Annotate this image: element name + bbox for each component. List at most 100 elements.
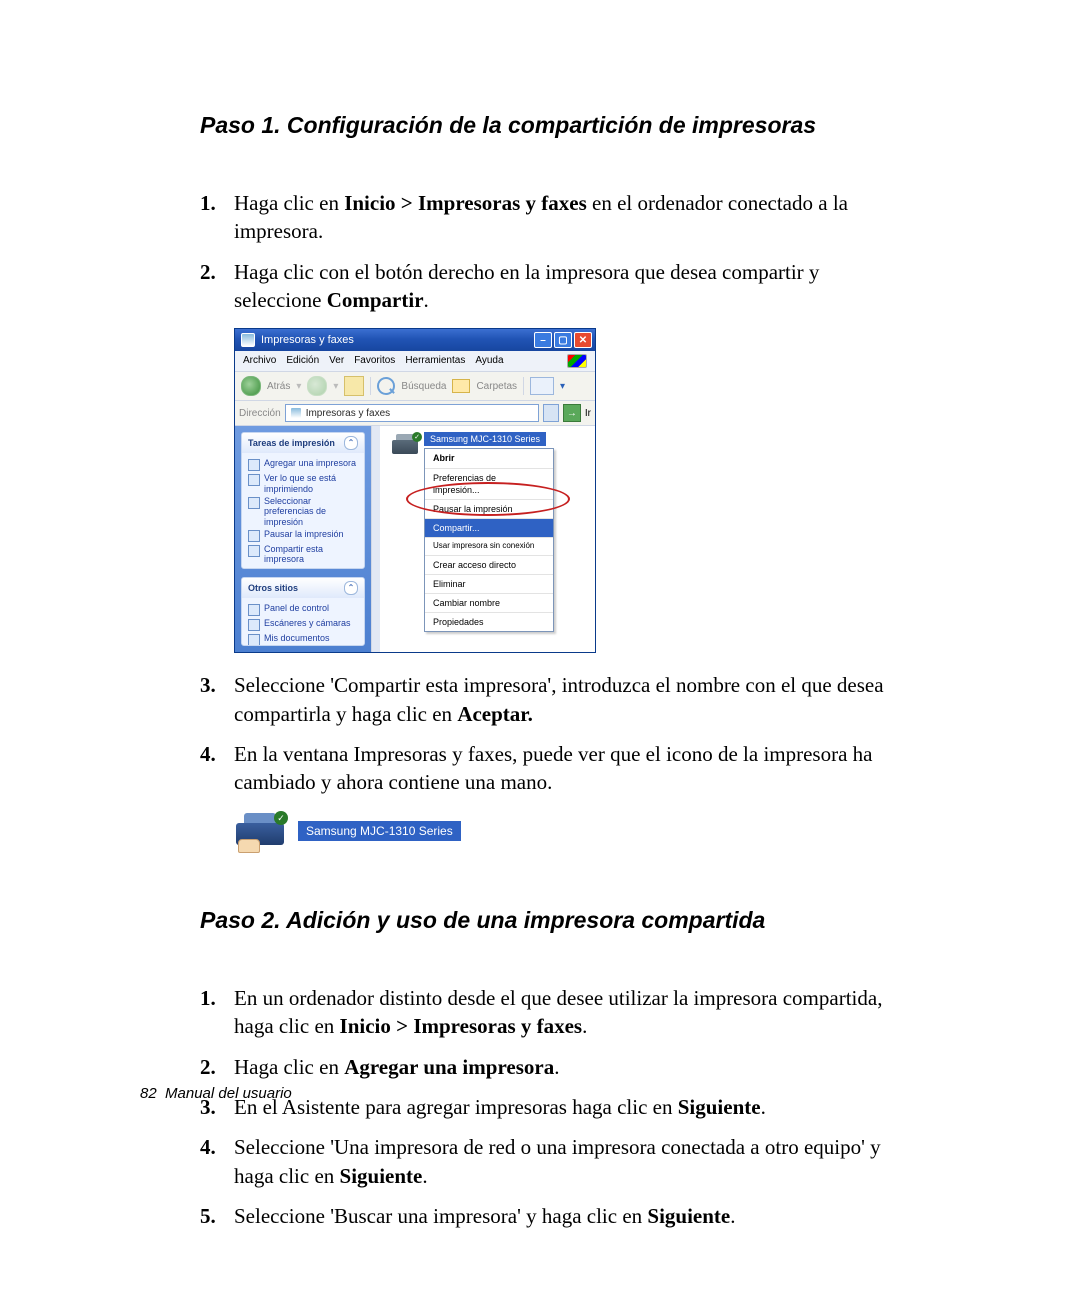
close-button[interactable]: ✕	[574, 332, 592, 348]
step-bold: Siguiente	[678, 1095, 761, 1119]
step-number: 2.	[200, 258, 216, 286]
ctx-open[interactable]: Abrir	[425, 449, 553, 467]
tasks-header[interactable]: Tareas de impresión ⌃	[242, 433, 364, 453]
address-value: Impresoras y faxes	[306, 407, 390, 421]
step-number: 1.	[200, 984, 216, 1012]
window-body: Tareas de impresión ⌃ Agregar una impres…	[235, 426, 595, 652]
task-share[interactable]: Compartir esta impresora	[248, 543, 358, 566]
address-dropdown[interactable]	[543, 404, 559, 422]
step-4: 4. En la ventana Impresoras y faxes, pue…	[200, 740, 910, 797]
menu-archivo[interactable]: Archivo	[243, 354, 276, 368]
step-number: 5.	[200, 1202, 216, 1230]
maximize-button[interactable]: ▢	[554, 332, 572, 348]
step-text: Haga clic en	[234, 191, 344, 215]
step2-2: 2. Haga clic en Agregar una impresora.	[200, 1053, 910, 1081]
up-button[interactable]	[344, 376, 364, 396]
control-panel-icon	[248, 604, 260, 616]
share-icon	[248, 545, 260, 557]
address-bar: Dirección Impresoras y faxes → Ir	[235, 401, 595, 426]
places-title: Otros sitios	[248, 582, 298, 594]
xp-window: Impresoras y faxes – ▢ ✕ Archivo Edición…	[234, 328, 596, 653]
ctx-delete[interactable]: Eliminar	[425, 574, 553, 593]
places-header[interactable]: Otros sitios ⌃	[242, 578, 364, 598]
window-title-wrap: Impresoras y faxes	[241, 333, 354, 348]
context-menu: Abrir Preferencias de impresión... Pausa…	[424, 448, 554, 632]
folders-label: Carpetas	[476, 380, 517, 394]
go-button[interactable]: →	[563, 404, 581, 422]
step-text: Haga clic con el botón derecho en la imp…	[234, 260, 819, 312]
step-bold: Agregar una impresora	[344, 1055, 554, 1079]
task-preferences[interactable]: Seleccionar preferencias de impresión	[248, 495, 358, 528]
figure-shared-printer: ✓ Samsung MJC-1310 Series	[234, 811, 910, 851]
step-number: 3.	[200, 671, 216, 699]
ctx-offline[interactable]: Usar impresora sin conexión	[425, 537, 553, 555]
back-button[interactable]	[241, 376, 261, 396]
ctx-share[interactable]: Compartir...	[425, 518, 553, 537]
address-label: Dirección	[239, 407, 281, 421]
place-my-documents[interactable]: Mis documentos	[248, 632, 358, 646]
place-scanners[interactable]: Escáneres y cámaras	[248, 617, 358, 632]
toolbar: Atrás ▾ ▾ Búsqueda Carpetas ▾	[235, 372, 595, 401]
section2-list: 1. En un ordenador distinto desde el que…	[200, 984, 910, 1230]
task-view-queue[interactable]: Ver lo que se está imprimiendo	[248, 472, 358, 495]
titlebar[interactable]: Impresoras y faxes – ▢ ✕	[235, 329, 595, 351]
sidebar: Tareas de impresión ⌃ Agregar una impres…	[235, 426, 371, 652]
menu-favoritos[interactable]: Favoritos	[354, 354, 395, 368]
printer-with-hand-icon: ✓	[234, 811, 286, 851]
step-text: Seleccione 'Compartir esta impresora', i…	[234, 673, 884, 725]
step-number: 2.	[200, 1053, 216, 1081]
step2-1: 1. En un ordenador distinto desde el que…	[200, 984, 910, 1041]
minimize-button[interactable]: –	[534, 332, 552, 348]
step-1: 1. Haga clic en Inicio > Impresoras y fa…	[200, 189, 910, 246]
step-text: .	[554, 1055, 559, 1079]
step-number: 4.	[200, 740, 216, 768]
views-button[interactable]	[530, 377, 554, 395]
ctx-shortcut[interactable]: Crear acceso directo	[425, 555, 553, 574]
ctx-rename[interactable]: Cambiar nombre	[425, 593, 553, 612]
shared-hand-icon	[238, 839, 260, 853]
scanner-icon	[248, 619, 260, 631]
step-bold: Siguiente	[647, 1204, 730, 1228]
task-rename[interactable]: Cambiar de nombre a esta impresora	[248, 566, 358, 570]
prefs-icon	[248, 497, 260, 509]
menu-ver[interactable]: Ver	[329, 354, 344, 368]
windows-flag-icon	[567, 354, 587, 368]
ctx-properties[interactable]: Propiedades	[425, 612, 553, 631]
search-icon[interactable]	[377, 377, 395, 395]
collapse-icon[interactable]: ⌃	[344, 436, 358, 450]
page-footer: 82 Manual del usuario	[140, 1084, 292, 1104]
back-label: Atrás	[267, 380, 290, 394]
add-printer-icon	[248, 459, 260, 471]
forward-button[interactable]	[307, 376, 327, 396]
ctx-pause[interactable]: Pausar la impresión	[425, 499, 553, 518]
main-pane[interactable]: ✓ Samsung MJC-1310 Series Abrir Preferen…	[371, 426, 595, 652]
ctx-preferences[interactable]: Preferencias de impresión...	[425, 468, 553, 499]
menubar: Archivo Edición Ver Favoritos Herramient…	[235, 351, 595, 372]
folders-icon[interactable]	[452, 379, 470, 393]
page-number: 82	[140, 1085, 157, 1102]
printer-label[interactable]: Samsung MJC-1310 Series	[424, 432, 546, 446]
section1-list-cont: 3. Seleccione 'Compartir esta impresora'…	[200, 671, 910, 796]
task-pause[interactable]: Pausar la impresión	[248, 528, 358, 543]
step-text: .	[730, 1204, 735, 1228]
menu-edicion[interactable]: Edición	[286, 354, 319, 368]
section1-list: 1. Haga clic en Inicio > Impresoras y fa…	[200, 189, 910, 314]
menu-herramientas[interactable]: Herramientas	[405, 354, 465, 368]
window-title: Impresoras y faxes	[261, 333, 354, 348]
task-add-printer[interactable]: Agregar una impresora	[248, 457, 358, 472]
address-field[interactable]: Impresoras y faxes	[285, 404, 539, 422]
scrollbar[interactable]	[372, 426, 380, 652]
documents-icon	[248, 634, 260, 646]
step-2: 2. Haga clic con el botón derecho en la …	[200, 258, 910, 315]
collapse-icon[interactable]: ⌃	[344, 581, 358, 595]
printer-icon[interactable]: ✓	[390, 432, 420, 458]
menu-ayuda[interactable]: Ayuda	[475, 354, 503, 368]
step-text: En el Asistente para agregar impresoras …	[234, 1095, 678, 1119]
place-control-panel[interactable]: Panel de control	[248, 602, 358, 617]
step-text: En la ventana Impresoras y faxes, puede …	[234, 742, 873, 794]
step-bold: Inicio > Impresoras y faxes	[344, 191, 587, 215]
go-label: Ir	[585, 407, 591, 421]
step-text: .	[582, 1014, 587, 1038]
tasks-list: Agregar una impresora Ver lo que se está…	[242, 453, 364, 569]
step-text: .	[422, 1164, 427, 1188]
